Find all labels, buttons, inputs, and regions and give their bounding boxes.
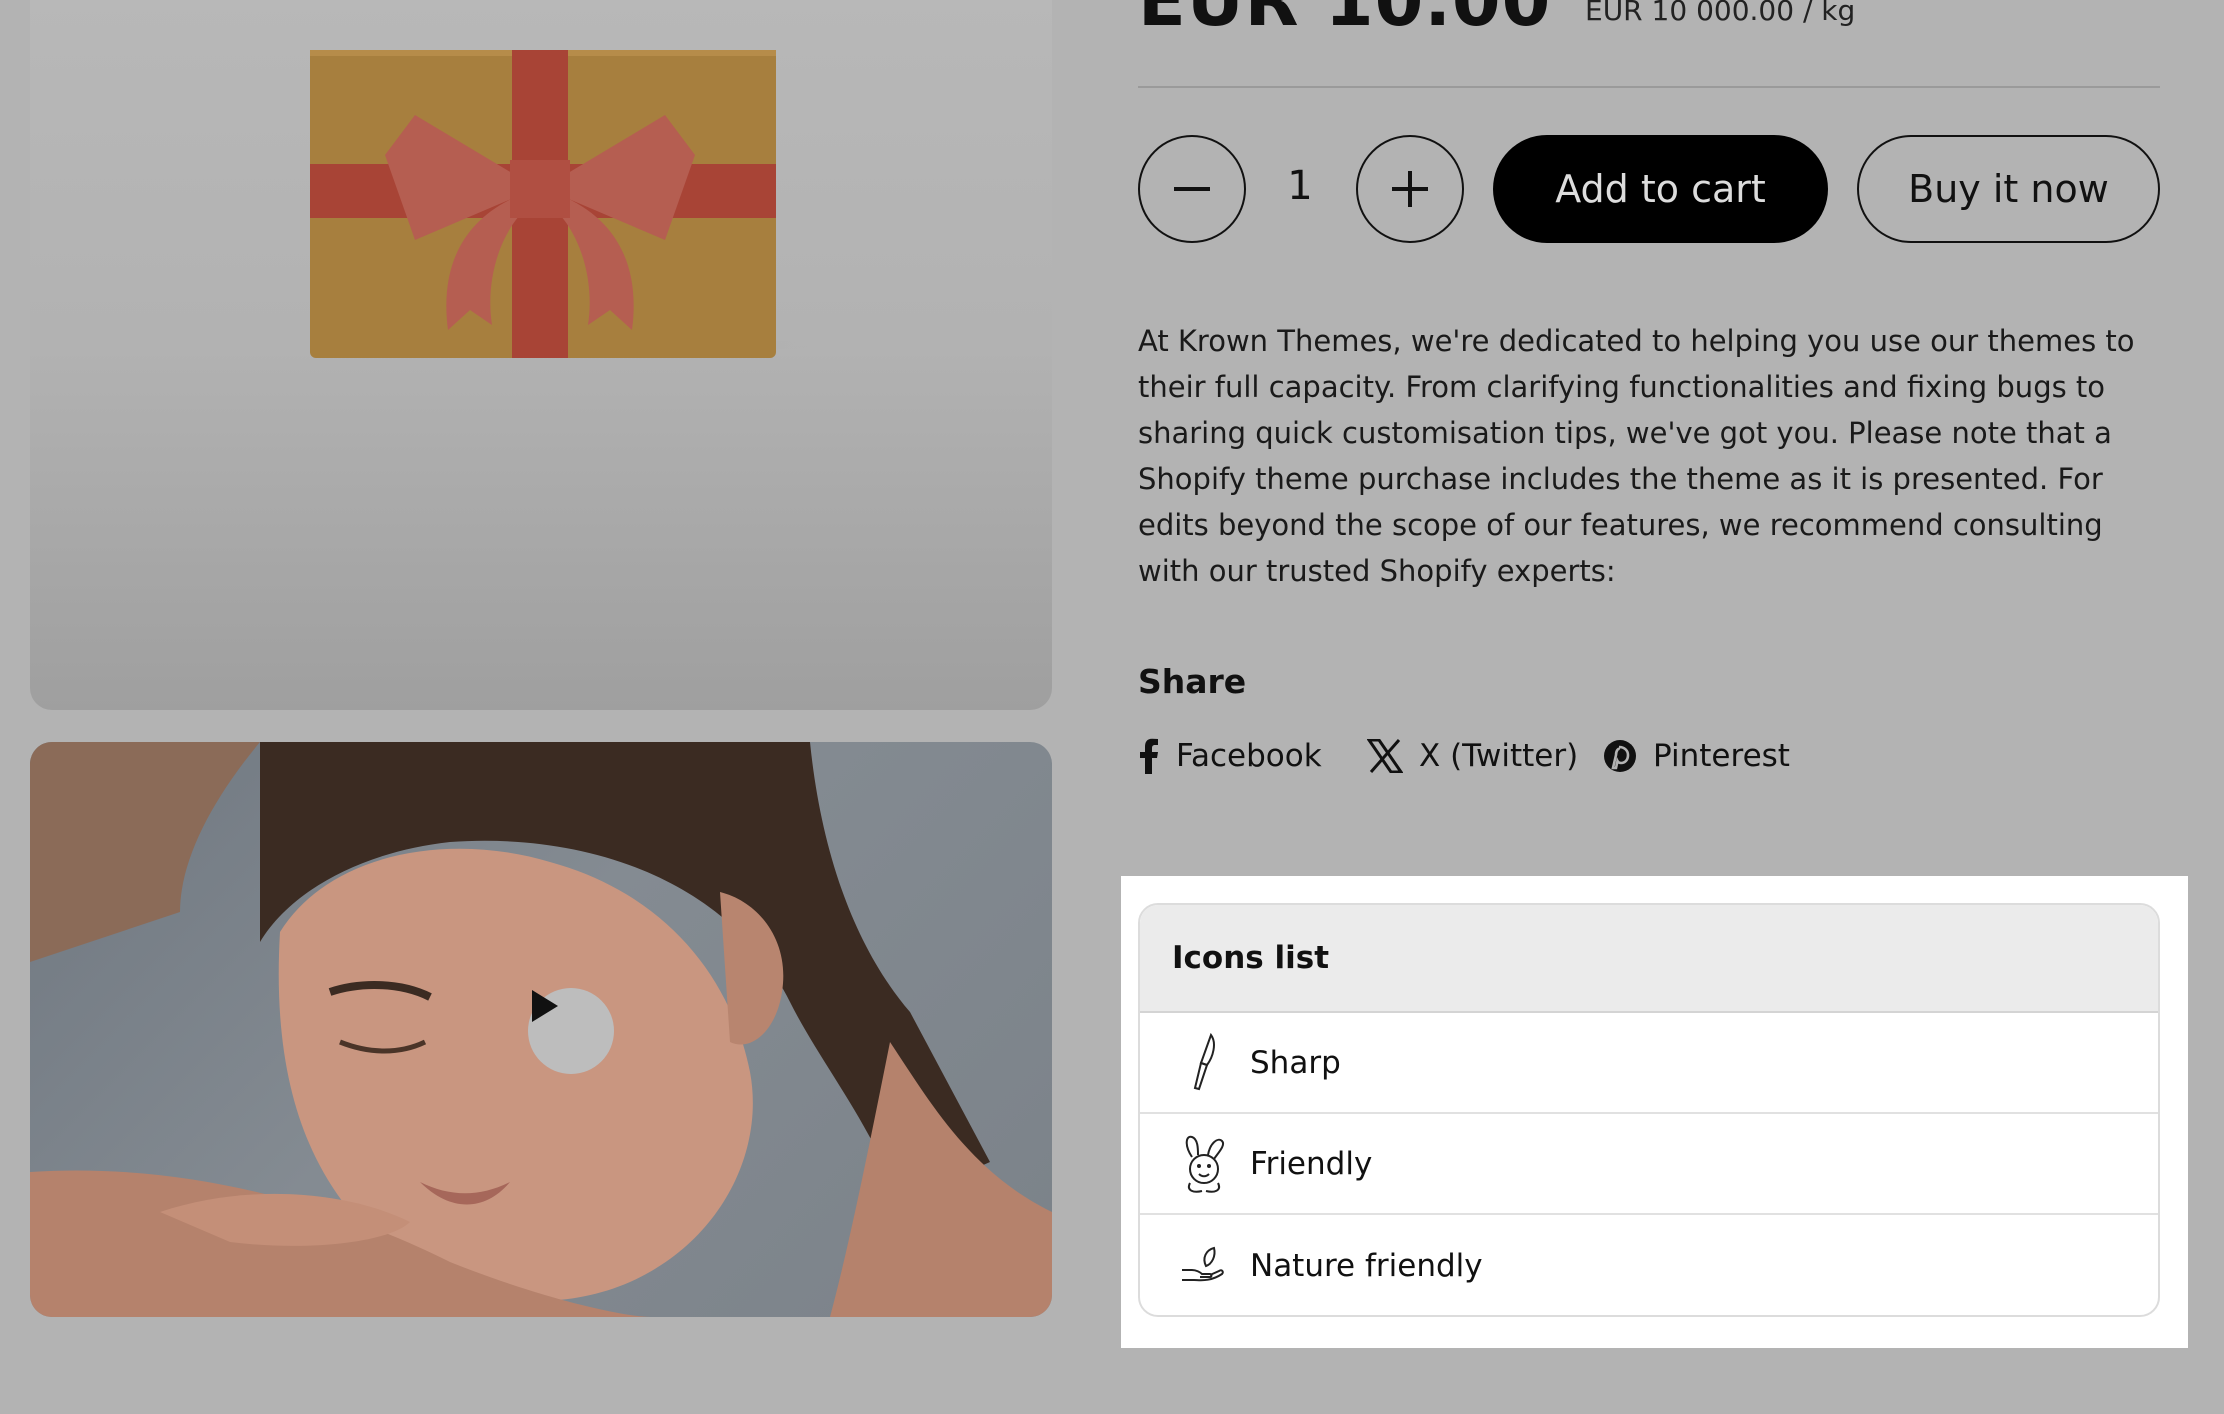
share-title: Share: [1138, 662, 1247, 701]
add-to-cart-button[interactable]: Add to cart: [1493, 135, 1828, 243]
list-item: Nature friendly: [1140, 1215, 2158, 1315]
list-item-label: Friendly: [1250, 1145, 1373, 1182]
share-facebook-label: Facebook: [1176, 738, 1322, 774]
leaf-hand-icon: [1172, 1235, 1234, 1297]
bunny-icon: [1172, 1133, 1234, 1195]
pinterest-icon: [1603, 739, 1637, 773]
icons-list-card: Icons list Sharp Friendly Nature friendl…: [1138, 903, 2160, 1317]
plus-icon: [1392, 171, 1428, 207]
gift-box-illustration: [310, 50, 850, 358]
list-item-label: Sharp: [1250, 1044, 1341, 1081]
play-icon: [532, 990, 558, 1022]
icons-list-title: Icons list: [1140, 905, 2158, 1013]
share-x-twitter-link[interactable]: X (Twitter): [1367, 738, 1578, 774]
share-pinterest-label: Pinterest: [1653, 738, 1790, 774]
unit-price: EUR 10 000.00 / kg: [1585, 0, 1856, 27]
product-description: At Krown Themes, we're dedicated to help…: [1138, 324, 2135, 588]
list-item: Friendly: [1140, 1114, 2158, 1215]
facebook-icon: [1138, 738, 1160, 774]
knife-icon: [1172, 1032, 1234, 1094]
divider: [1138, 86, 2160, 88]
play-button[interactable]: [528, 988, 614, 1074]
share-x-twitter-label: X (Twitter): [1419, 738, 1579, 774]
minus-icon: [1174, 187, 1210, 191]
product-price: EUR 10.00: [1138, 0, 1552, 42]
list-item: Sharp: [1140, 1013, 2158, 1114]
share-facebook-link[interactable]: Facebook: [1138, 738, 1322, 774]
buy-now-button[interactable]: Buy it now: [1857, 135, 2160, 243]
quantity-input[interactable]: 1: [1248, 163, 1352, 209]
icons-list-panel: Icons list Sharp Friendly Nature friendl…: [1121, 876, 2188, 1348]
quantity-increase-button[interactable]: [1356, 135, 1464, 243]
product-image-gift-card[interactable]: [30, 0, 1052, 710]
list-item-label: Nature friendly: [1250, 1247, 1483, 1284]
quantity-decrease-button[interactable]: [1138, 135, 1246, 243]
product-video[interactable]: [30, 742, 1052, 1317]
x-twitter-icon: [1367, 739, 1403, 773]
share-pinterest-link[interactable]: Pinterest: [1603, 738, 1790, 774]
